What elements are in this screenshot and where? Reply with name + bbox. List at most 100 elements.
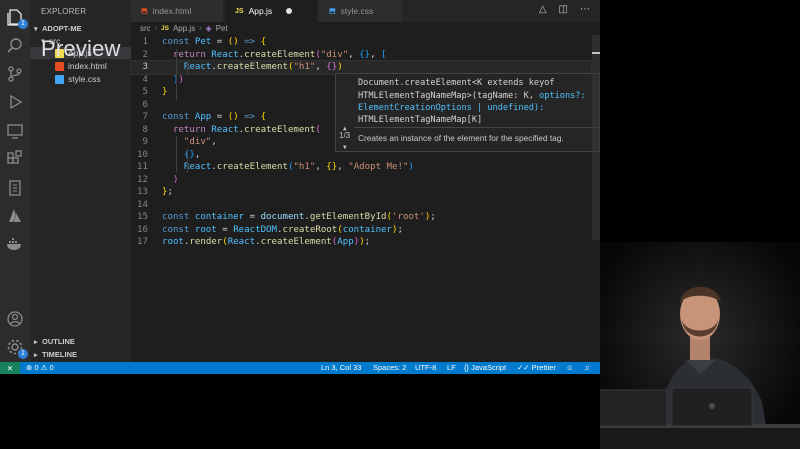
html-file-icon: ⬒ [141, 8, 148, 15]
presenter-camera-feed [600, 242, 800, 449]
explorer-badge: 1 [18, 19, 28, 29]
tab-label: index.html [152, 6, 192, 16]
timeline-section[interactable]: ▸ TIMELINE [34, 350, 77, 359]
problems-indicator[interactable]: ⊗ 0 ⚠ 0 [26, 362, 54, 374]
code-text: }; [162, 187, 173, 197]
braces-icon: {} [464, 363, 470, 372]
run-debug-icon[interactable] [5, 92, 25, 112]
account-icon[interactable] [5, 309, 25, 329]
files-icon[interactable]: 1 [5, 7, 28, 29]
remote-explorer-icon[interactable] [5, 121, 25, 141]
end-of-line[interactable]: LF [447, 362, 456, 374]
extensions-icon[interactable] [5, 149, 25, 169]
warning-count: 0 [49, 363, 54, 372]
css-file-icon: ⬒ [329, 8, 336, 15]
error-count: 0 [34, 363, 39, 372]
code-line[interactable]: 3 React.createElement("h1", {}) [130, 60, 592, 75]
vertical-scrollbar[interactable] [592, 35, 600, 240]
code-text: const root = ReactDOM.createRoot(contain… [162, 224, 403, 235]
source-control-icon[interactable] [5, 64, 25, 84]
tree-item-style-css[interactable]: style.css [55, 73, 101, 85]
error-icon: ⊗ [26, 363, 33, 372]
prettier-label: Prettier [531, 363, 556, 372]
code-line[interactable]: 2 return React.createElement("div", {}, … [131, 49, 591, 62]
cursor-position[interactable]: Ln 3, Col 33 [321, 362, 361, 374]
code-text: return React.createElement("div", {}, [ [172, 49, 387, 60]
breadcrumb-file[interactable]: App.js [173, 24, 195, 33]
line-number: 15 [137, 212, 148, 222]
line-number: 13 [137, 187, 148, 197]
workspace-root[interactable]: ▾ ADOPT-ME [34, 24, 82, 33]
line-number: 2 [142, 49, 148, 60]
code-text: const container = document.getElementByI… [162, 212, 436, 222]
open-changes-icon[interactable]: △ [539, 4, 547, 15]
code-line[interactable]: 15 const container = document.getElementB… [131, 211, 591, 224]
breadcrumb-symbol[interactable]: Pet [216, 24, 228, 33]
tab-label: App.js [248, 6, 273, 16]
hover-divider [354, 127, 599, 128]
code-line[interactable]: 17 root.render(React.createElement(App)); [131, 236, 591, 249]
indent-guide [187, 148, 188, 173]
outline-section[interactable]: ▸ OUTLINE [34, 337, 75, 346]
tree-item-label: style.css [68, 74, 101, 84]
language-label: JavaScript [471, 363, 507, 372]
chevron-down-icon: ▾ [34, 26, 38, 33]
tab-index-html[interactable]: ⬒ index.html [131, 0, 224, 22]
azure-icon[interactable] [5, 206, 25, 226]
code-text: React.createElement("h1", {}, "Adopt Me!… [183, 162, 414, 172]
tree-item-label: index.html [68, 61, 107, 71]
chevron-down-icon[interactable]: ▼ [343, 144, 347, 151]
timeline-label: TIMELINE [42, 350, 77, 359]
hover-signature-line: Document.createElement<K extends keyof [358, 78, 555, 88]
hover-signature-line: HTMLElementTagNameMap>(tagName: K, optio… [358, 91, 586, 101]
code-line[interactable]: 1 const Pet = () => { [131, 36, 591, 49]
chevron-right-icon: ▸ [34, 352, 38, 359]
code-line[interactable]: 11 React.createElement("h1", {}, "Adopt … [131, 161, 591, 174]
code-text: root.render(React.createElement(App)); [162, 237, 371, 247]
line-number: 4 [142, 74, 148, 85]
language-mode[interactable]: {} JavaScript [464, 362, 506, 374]
code-text: React.createElement("h1", {}) [183, 62, 343, 72]
indentation[interactable]: Spaces: 2 [373, 362, 406, 374]
code-line[interactable]: 14 [131, 199, 591, 212]
unsaved-dot-icon[interactable] [286, 8, 293, 14]
search-icon[interactable] [5, 36, 25, 56]
symbol-icon: ◈ [205, 24, 212, 33]
line-number: 16 [137, 224, 148, 235]
warning-icon: ⚠ [40, 363, 48, 372]
code-line[interactable]: 16 const root = ReactDOM.createRoot(conta… [131, 224, 591, 237]
code-line[interactable]: 12 ) [131, 174, 591, 187]
prettier-status[interactable]: ✓✓ Prettier [517, 362, 556, 374]
more-actions-icon[interactable]: ⋯ [580, 4, 590, 15]
split-editor-icon[interactable]: ◫ [559, 4, 568, 15]
remote-indicator-icon[interactable]: ⨯ [0, 362, 20, 374]
testing-icon[interactable] [5, 178, 25, 198]
vscode-window: 1 1 EXPLORER ▾ ADOPT-ME ▾ src App.js ind… [0, 0, 600, 374]
line-number: 6 [142, 99, 148, 110]
line-number: 11 [137, 162, 148, 172]
css-file-icon [55, 74, 64, 84]
indent-guide [176, 136, 177, 172]
notifications-bell-icon[interactable]: ♫ [584, 362, 590, 374]
check-double-icon: ✓✓ [517, 363, 530, 372]
breadcrumb-src[interactable]: src [140, 24, 151, 33]
hover-description: Creates an instance of the element for t… [358, 133, 564, 143]
line-number: 5 [142, 87, 148, 97]
code-line[interactable]: 13}; [131, 186, 591, 199]
settings-badge: 1 [18, 349, 28, 359]
encoding[interactable]: UTF-8 [415, 362, 436, 374]
feedback-icon[interactable]: ☺ [566, 362, 574, 374]
line-number: 8 [142, 124, 148, 135]
hover-signature-line: ElementCreationOptions | undefined): [358, 103, 545, 113]
editor-tabs: ⬒ index.html JS App.js ⬒ style.css △ ◫ ⋯ [131, 0, 600, 22]
hover-signature-line: HTMLElementTagNameMap[K] [358, 115, 483, 125]
tab-style-css[interactable]: ⬒ style.css [319, 0, 403, 22]
status-bar: ⨯ ⊗ 0 ⚠ 0 Ln 3, Col 33 Spaces: 2 UTF-8 L… [0, 362, 600, 374]
line-number: 14 [137, 199, 148, 210]
tab-appjs[interactable]: JS App.js [225, 0, 318, 22]
line-number: 10 [137, 149, 148, 160]
settings-gear-icon[interactable]: 1 [5, 337, 28, 359]
docker-icon[interactable] [5, 234, 25, 254]
hover-tooltip: Document.createElement<K extends keyof H… [335, 73, 600, 152]
code-text: const App = () => { [162, 112, 267, 122]
